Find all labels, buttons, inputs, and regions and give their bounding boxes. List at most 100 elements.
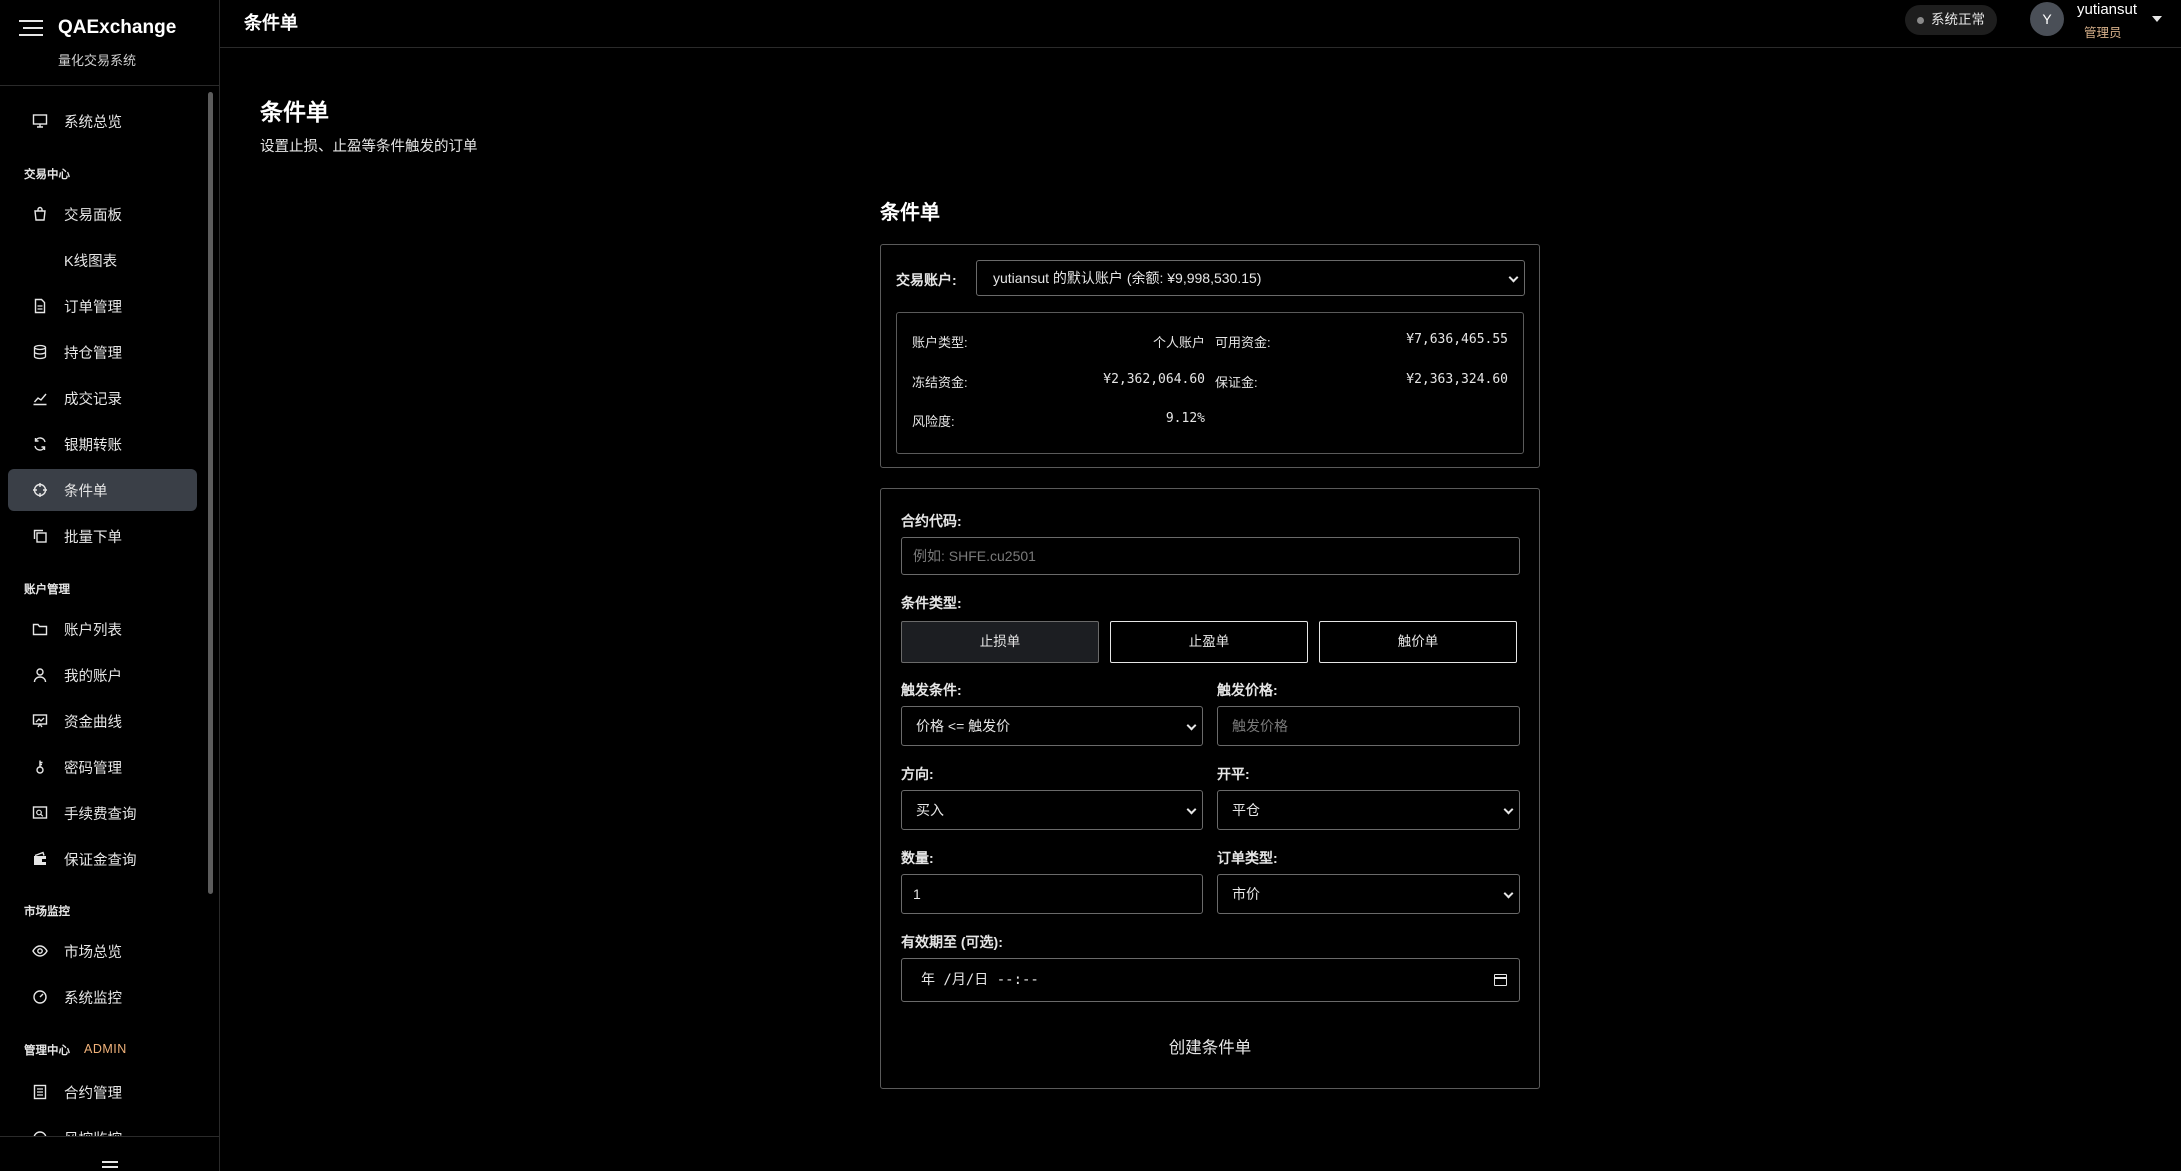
wallet-icon <box>31 850 49 868</box>
form-heading: 条件单 <box>880 202 940 224</box>
sidebar-item-label: 系统监控 <box>64 990 122 1007</box>
user-icon <box>31 666 49 684</box>
create-conditional-order-button[interactable]: 创建条件单 <box>881 1028 1539 1068</box>
chevron-down-icon <box>1503 804 1514 815</box>
sidebar-item-label: 账户列表 <box>64 622 122 639</box>
shield-icon <box>31 1129 49 1136</box>
order-type-value: 市价 <box>1232 886 1260 902</box>
sidebar-item-label: 资金曲线 <box>64 714 122 731</box>
top-bar: 条件单 系统正常 Y yutiansut 管理员 <box>220 0 2181 48</box>
sidebar-item-fees[interactable]: 手续费查询 <box>8 792 197 834</box>
conditional-order-form: 合约代码: 例如: SHFE.cu2501 条件类型: 止损单 止盈单 触价单 … <box>880 488 1540 1089</box>
trigger-condition-label: 触发条件: <box>901 682 962 698</box>
quantity-value: 1 <box>913 886 921 902</box>
collapse-menu-icon[interactable] <box>102 1161 118 1171</box>
section-market: 市场监控 <box>24 906 70 918</box>
sidebar-item-equity-curve[interactable]: 资金曲线 <box>8 700 197 742</box>
sidebar-item-label: 持仓管理 <box>64 345 122 362</box>
sidebar-item-margin[interactable]: 保证金查询 <box>8 838 197 880</box>
page-subtitle: 设置止损、止盈等条件触发的订单 <box>260 139 478 155</box>
app-name: QAExchange <box>58 17 177 38</box>
info-risk-value: 9.12% <box>1165 411 1205 426</box>
receipt-search-icon <box>31 804 49 822</box>
eye-icon <box>31 942 49 960</box>
sidebar-item-my-account[interactable]: 我的账户 <box>8 654 197 696</box>
crosshair-icon <box>31 481 49 499</box>
account-select-value: yutiansut 的默认账户 (余额: ¥9,998,530.15) <box>993 270 1262 286</box>
sidebar-item-orders[interactable]: 订单管理 <box>8 285 197 327</box>
status-dot-icon <box>1917 17 1924 24</box>
offset-value: 平仓 <box>1232 802 1260 818</box>
sidebar-item-label: 风控监控 <box>64 1128 122 1137</box>
info-margin-key: 保证金: <box>1215 375 1258 390</box>
sidebar-item-market-overview[interactable]: 市场总览 <box>8 930 197 972</box>
brand-header: QAExchange 量化交易系统 <box>0 0 219 86</box>
direction-select[interactable]: 买入 <box>901 790 1203 830</box>
expiry-datetime-input[interactable]: 年 /月/日 --:-- <box>901 958 1520 1002</box>
trigger-condition-select[interactable]: 价格 <= 触发价 <box>901 706 1203 746</box>
copy-icon <box>31 527 49 545</box>
sidebar-item-trade-panel[interactable]: 交易面板 <box>8 193 197 235</box>
chevron-down-icon <box>1186 720 1197 731</box>
presentation-chart-icon <box>31 712 49 730</box>
offset-select[interactable]: 平仓 <box>1217 790 1520 830</box>
info-available-key: 可用资金: <box>1215 335 1271 350</box>
key-icon <box>31 758 49 776</box>
sidebar-item-label: 成交记录 <box>64 391 122 408</box>
sidebar-item-label: 订单管理 <box>64 299 122 316</box>
sidebar-item-account-list[interactable]: 账户列表 <box>8 608 197 650</box>
sidebar-item-label: 合约管理 <box>64 1085 122 1102</box>
trigger-price-input[interactable]: 触发价格 <box>1217 706 1520 746</box>
document-icon <box>31 297 49 315</box>
refresh-icon <box>31 435 49 453</box>
section-admin: 管理中心 <box>24 1045 70 1057</box>
sidebar-item-overview[interactable]: 系统总览 <box>8 100 197 142</box>
sidebar-item-label: 条件单 <box>64 483 108 500</box>
sidebar-item-kline[interactable]: K线图表 <box>8 239 197 281</box>
order-type-select[interactable]: 市价 <box>1217 874 1520 914</box>
user-name[interactable]: yutiansut <box>2077 1 2137 18</box>
sidebar-item-batch[interactable]: 批量下单 <box>8 515 197 557</box>
trigger-condition-value: 价格 <= 触发价 <box>916 718 1011 734</box>
sidebar-item-label: 手续费查询 <box>64 806 137 823</box>
sidebar-scrollbar[interactable] <box>208 92 213 894</box>
chevron-down-icon <box>1503 888 1514 899</box>
sidebar-item-label: 交易面板 <box>64 207 122 224</box>
sidebar-item-transfer[interactable]: 银期转账 <box>8 423 197 465</box>
info-frozen-value: ¥2,362,064.60 <box>1103 372 1205 387</box>
avatar[interactable]: Y <box>2030 2 2064 36</box>
sidebar-item-risk-monitor[interactable]: 风控监控 <box>8 1117 197 1136</box>
menu-toggle-icon[interactable] <box>19 20 43 38</box>
sidebar-item-trades[interactable]: 成交记录 <box>8 377 197 419</box>
sidebar-item-contracts[interactable]: 合约管理 <box>8 1071 197 1113</box>
sidebar-item-system-monitor[interactable]: 系统监控 <box>8 976 197 1018</box>
calendar-icon[interactable] <box>1494 974 1507 986</box>
account-label: 交易账户: <box>896 272 957 288</box>
sidebar-item-label: 市场总览 <box>64 944 122 961</box>
sidebar-item-conditional[interactable]: 条件单 <box>8 469 197 511</box>
trigger-price-placeholder: 触发价格 <box>1232 718 1288 734</box>
condition-type-take-profit-button[interactable]: 止盈单 <box>1110 621 1308 663</box>
info-margin-value: ¥2,363,324.60 <box>1406 372 1508 387</box>
sidebar-item-label: 系统总览 <box>64 114 122 131</box>
app-subtitle: 量化交易系统 <box>58 53 137 68</box>
condition-type-touch-button[interactable]: 触价单 <box>1319 621 1517 663</box>
shopping-bag-icon <box>31 205 49 223</box>
sidebar-item-positions[interactable]: 持仓管理 <box>8 331 197 373</box>
condition-type-stop-loss-button[interactable]: 止损单 <box>901 621 1099 663</box>
chevron-down-icon <box>1186 804 1197 815</box>
sidebar-item-password[interactable]: 密码管理 <box>8 746 197 788</box>
sidebar-item-label: 我的账户 <box>64 668 122 685</box>
admin-badge: ADMIN <box>84 1042 127 1056</box>
system-status-badge: 系统正常 <box>1905 5 1997 35</box>
user-menu-caret-icon[interactable] <box>2152 16 2162 22</box>
header-title: 条件单 <box>244 13 298 33</box>
direction-value: 买入 <box>916 802 944 818</box>
account-select[interactable]: yutiansut 的默认账户 (余额: ¥9,998,530.15) <box>976 260 1525 296</box>
contract-input[interactable]: 例如: SHFE.cu2501 <box>901 537 1520 575</box>
quantity-label: 数量: <box>901 850 934 866</box>
chevron-down-icon <box>1508 272 1519 283</box>
quantity-input[interactable]: 1 <box>901 874 1203 914</box>
direction-label: 方向: <box>901 766 934 782</box>
account-panel: 交易账户: yutiansut 的默认账户 (余额: ¥9,998,530.15… <box>880 244 1540 468</box>
